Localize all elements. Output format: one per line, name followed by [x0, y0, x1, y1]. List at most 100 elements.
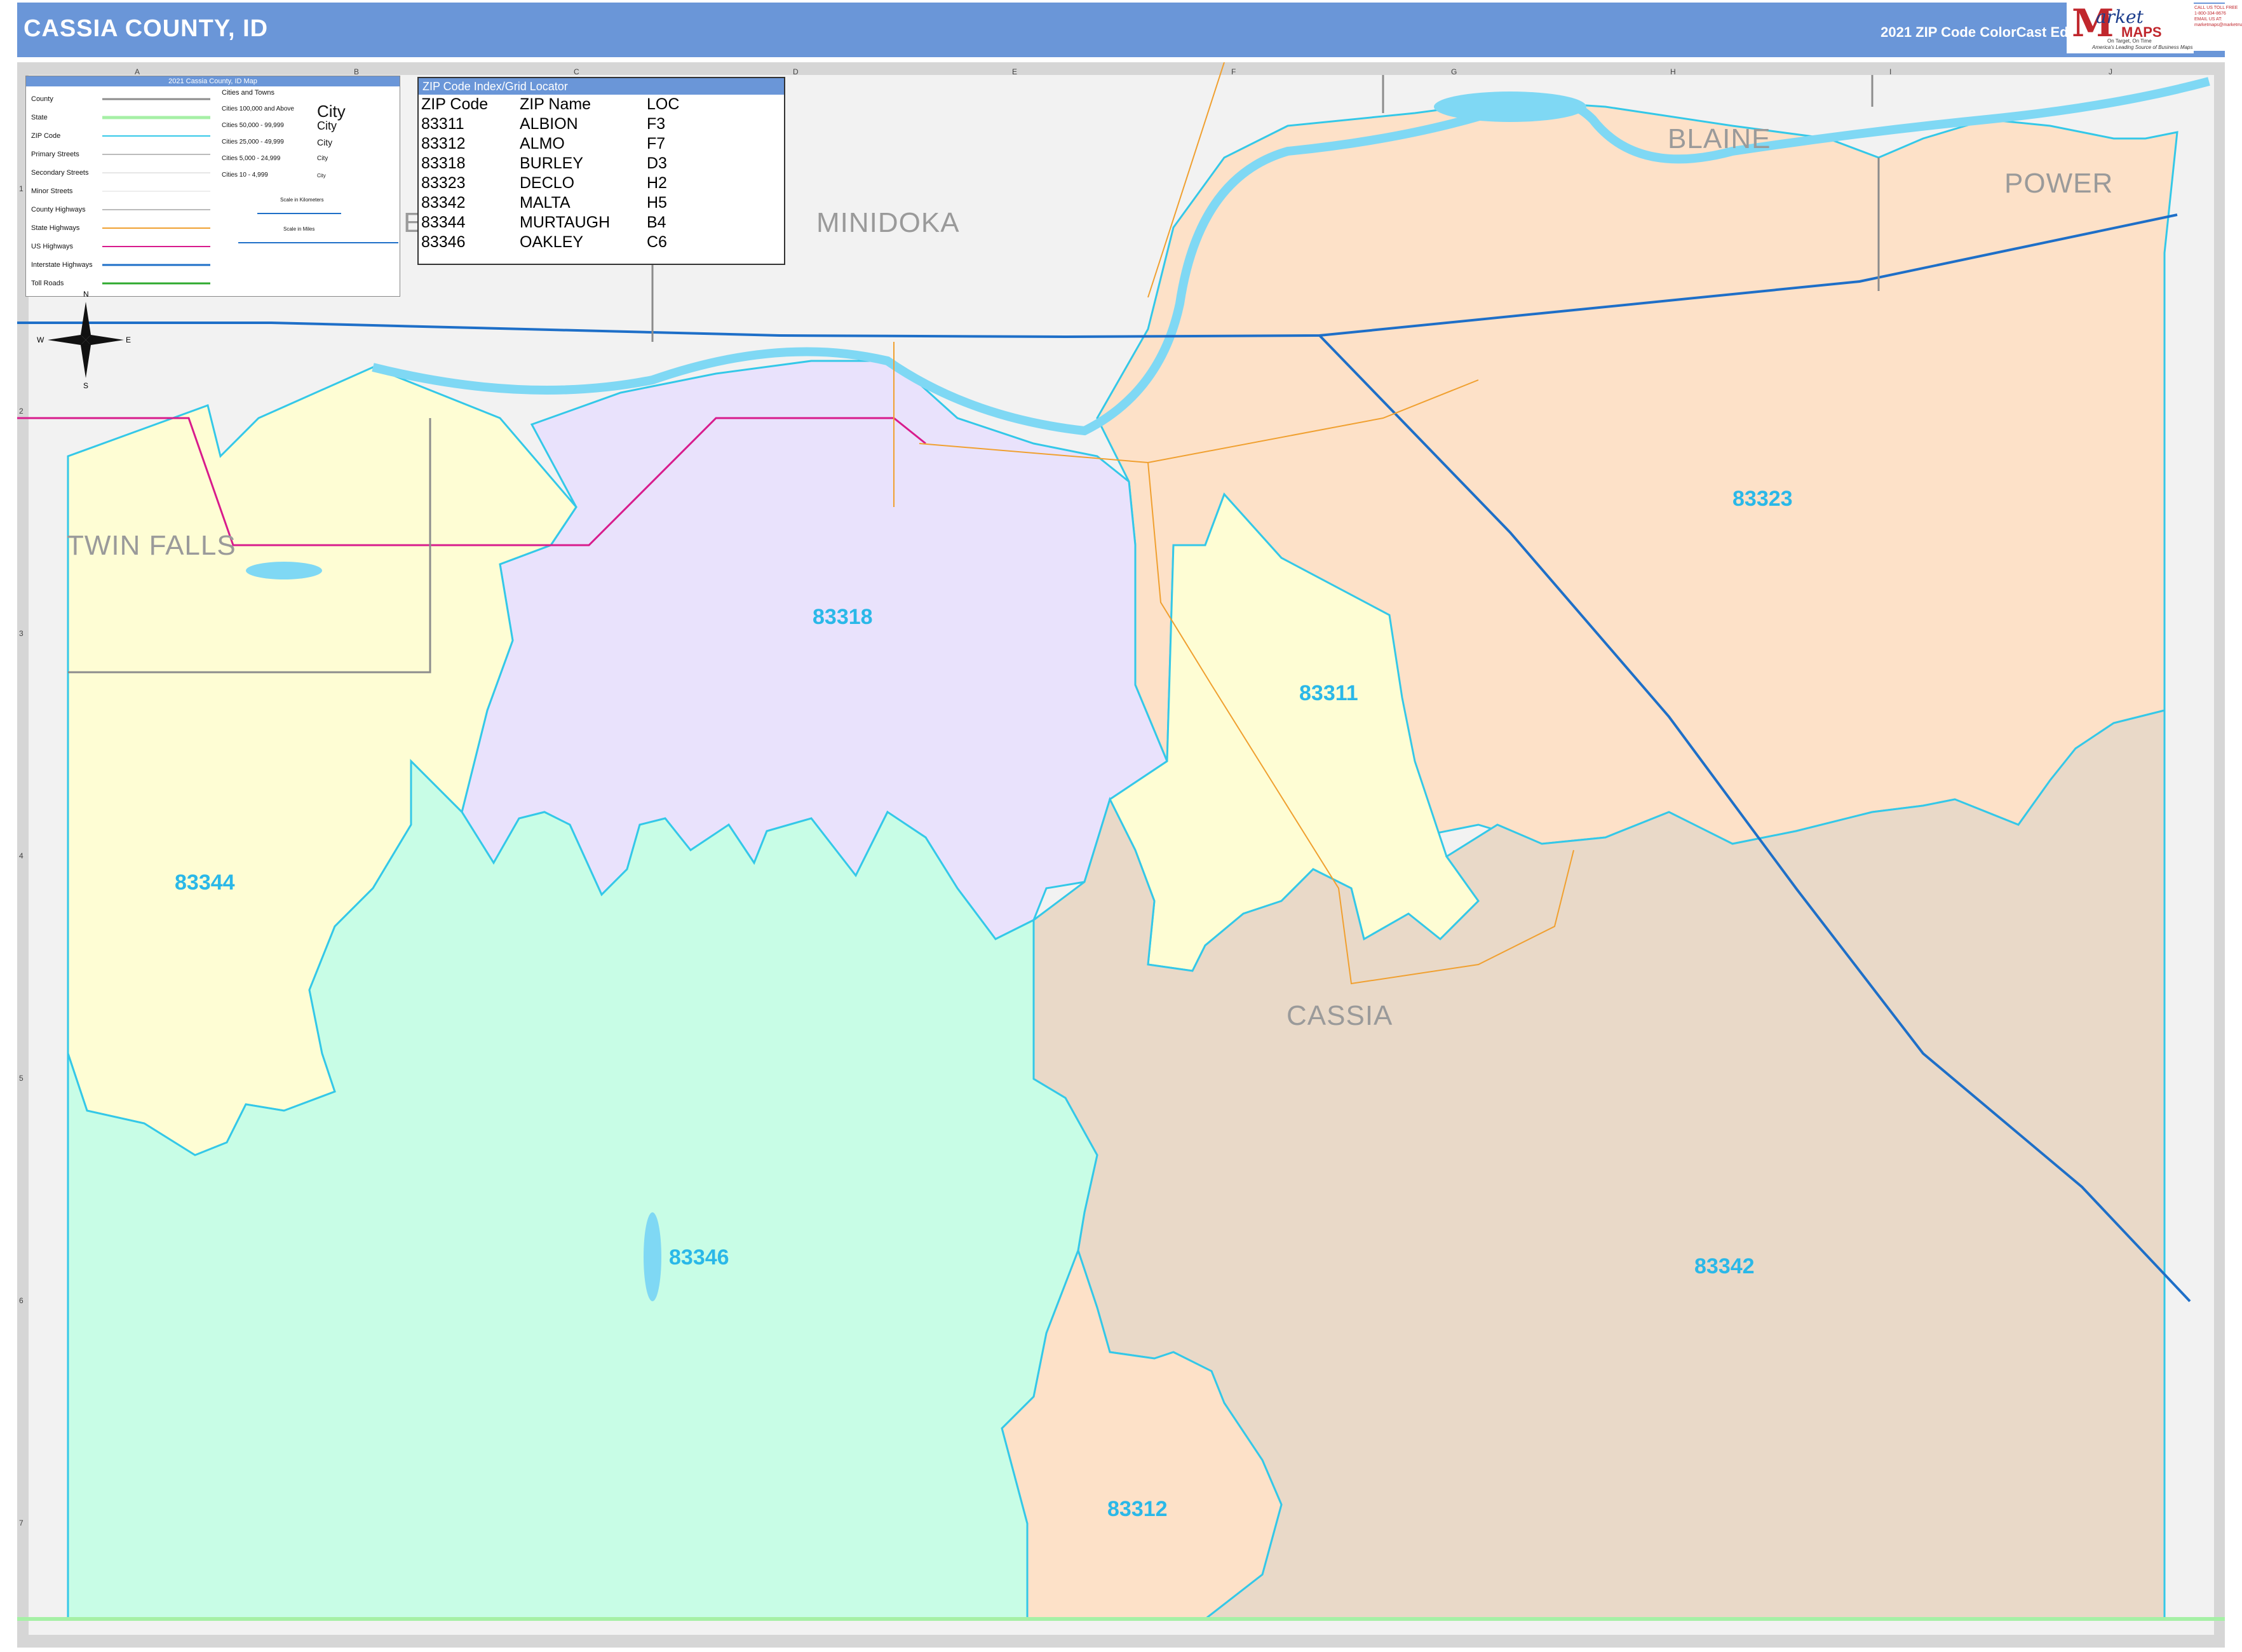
legend-scale-mi-bar — [238, 242, 398, 243]
zip-code: 83344 — [421, 213, 466, 231]
map-legend: 2021 Cassia County, ID Map County State … — [25, 76, 400, 297]
zip-loc: H5 — [647, 194, 667, 212]
county-label-power: POWER — [2004, 168, 2114, 199]
zip-label-83344: 83344 — [175, 870, 235, 895]
legend-city-class-1: Cities 100,000 and Above — [222, 105, 294, 112]
legend-item-toll: Toll Roads — [31, 280, 64, 287]
zip-loc: D3 — [647, 154, 667, 172]
grid-col-g: G — [1451, 67, 1457, 76]
county-label-blaine: BLAINE — [1668, 123, 1771, 154]
logo-tagline: On Target, On Time — [2107, 38, 2152, 44]
grid-row-7: 7 — [19, 1519, 24, 1527]
compass-south: S — [83, 381, 89, 390]
logo-subtagline: America's Leading Source of Business Map… — [2092, 44, 2193, 50]
zip-index-table: ZIP Code ZIP Name LOC 83311 ALBION F3 8331… — [421, 95, 679, 252]
legend-city-sample-2: City — [317, 119, 337, 132]
legend-city-sample-4: City — [317, 155, 328, 162]
zip-name: MALTA — [520, 194, 571, 212]
map-header: CASSIA COUNTY, ID 2021 ZIP Code ColorCas… — [17, 3, 2225, 57]
zip-name: DECLO — [520, 174, 575, 192]
legend-title: 2021 Cassia County, ID Map — [26, 76, 400, 86]
grid-col-i: I — [1889, 67, 1892, 76]
contact-box: CALL US TOLL FREE 1-800-334-8676 EMAIL U… — [2193, 4, 2242, 51]
legend-swatches — [102, 98, 210, 285]
map-title: CASSIA COUNTY, ID — [24, 15, 269, 42]
murtaugh-lake — [246, 562, 322, 579]
zip-code: 83323 — [421, 174, 466, 192]
zip-label-83342: 83342 — [1694, 1254, 1755, 1278]
zip-loc: F3 — [647, 115, 666, 133]
grid-col-h: H — [1670, 67, 1676, 76]
zip-name: ALBION — [520, 115, 578, 133]
legend-item-us-hwy: US Highways — [31, 243, 74, 250]
market-maps-logo: M arket MAPS On Target, On Time America'… — [2067, 0, 2194, 53]
oakley-reservoir — [644, 1212, 661, 1301]
zip-code: 83342 — [421, 194, 466, 212]
grid-col-d: D — [793, 67, 799, 76]
legend-city-class-5: Cities 10 - 4,999 — [222, 172, 268, 179]
zip-label-83311: 83311 — [1299, 681, 1358, 705]
zip-index-title: ZIP Code Index/Grid Locator — [419, 78, 784, 95]
compass-north: N — [83, 290, 89, 299]
grid-row-1: 1 — [19, 184, 24, 193]
zip-name: ALMO — [520, 135, 565, 152]
legend-item-minor: Minor Streets — [31, 187, 73, 195]
grid-row-4: 4 — [19, 851, 24, 860]
zip-loc: F7 — [647, 135, 666, 152]
legend-scale-mi: Scale in Miles — [283, 226, 315, 232]
grid-col-j: J — [2109, 67, 2112, 76]
zip-index-row: 83323 DECLO H2 — [421, 173, 679, 193]
zip-code: 83318 — [421, 154, 466, 172]
county-label-cassia: CASSIA — [1286, 1000, 1393, 1031]
zip-index-row: 83344 MURTAUGH B4 — [421, 213, 679, 233]
zip-label-83323: 83323 — [1732, 487, 1793, 511]
grid-col-b: B — [354, 67, 360, 76]
grid-row-6: 6 — [19, 1296, 24, 1305]
legend-city-sample-1: City — [317, 102, 346, 121]
zip-code: 83312 — [421, 135, 466, 152]
zip-index: ZIP Code Index/Grid Locator ZIP Code ZIP… — [417, 77, 785, 265]
zip-name: OAKLEY — [520, 233, 584, 251]
zip-index-row: 83311 ALBION F3 — [421, 114, 679, 134]
zip-loc: B4 — [647, 213, 666, 231]
legend-item-zip: ZIP Code — [31, 132, 61, 140]
zip-index-row: 83342 MALTA H5 — [421, 193, 679, 213]
compass-rose: N E S W — [37, 290, 131, 390]
zip-loc: C6 — [647, 233, 667, 251]
zip-name: BURLEY — [520, 154, 584, 172]
zip-index-row: 83312 ALMO F7 — [421, 134, 679, 154]
compass-icon — [48, 302, 124, 378]
grid-col-c: C — [574, 67, 579, 76]
legend-city-sample-3: City — [317, 137, 333, 147]
grid-col-e: E — [1012, 67, 1018, 76]
zip-name: MURTAUGH — [520, 213, 611, 231]
zip-loc: H2 — [647, 174, 667, 192]
zip-index-row: 83318 BURLEY D3 — [421, 154, 679, 173]
zip-index-col-loc: LOC — [647, 95, 680, 113]
legend-city-class-3: Cities 25,000 - 49,999 — [222, 139, 284, 146]
legend-city-class-2: Cities 50,000 - 99,999 — [222, 122, 284, 129]
legend-item-state-hwy: State Highways — [31, 224, 80, 232]
grid-row-3: 3 — [19, 629, 24, 638]
zip-index-row: 83346 OAKLEY C6 — [421, 233, 679, 252]
legend-item-secondary: Secondary Streets — [31, 169, 89, 177]
map-frame: MINIDOKA BLAINE POWER TWIN FALLS CASSIA … — [17, 62, 2225, 1648]
zip-index-header-row: ZIP Code ZIP Name LOC — [421, 95, 679, 114]
legend-item-county-hwy: County Highways — [31, 206, 86, 213]
legend-item-interstate: Interstate Highways — [31, 261, 93, 269]
legend-scale-km: Scale in Kilometers — [280, 197, 324, 203]
county-label-minidoka: MINIDOKA — [816, 207, 960, 238]
grid-row-2: 2 — [19, 407, 24, 416]
legend-item-primary: Primary Streets — [31, 151, 79, 158]
zip-label-83312: 83312 — [1107, 1497, 1168, 1521]
legend-item-county: County — [31, 95, 53, 103]
grid-col-f: F — [1231, 67, 1236, 76]
edition-label: 2021 ZIP Code ColorCast Edition — [1881, 24, 2098, 40]
compass-west: W — [37, 335, 44, 344]
zip-index-col-zip: ZIP Code — [421, 95, 489, 113]
zip-index-col-name: ZIP Name — [520, 95, 591, 113]
legend-item-state: State — [31, 114, 48, 121]
zip-code: 83346 — [421, 233, 466, 251]
legend-scale-km-bar — [257, 213, 341, 214]
compass-east: E — [126, 335, 132, 344]
